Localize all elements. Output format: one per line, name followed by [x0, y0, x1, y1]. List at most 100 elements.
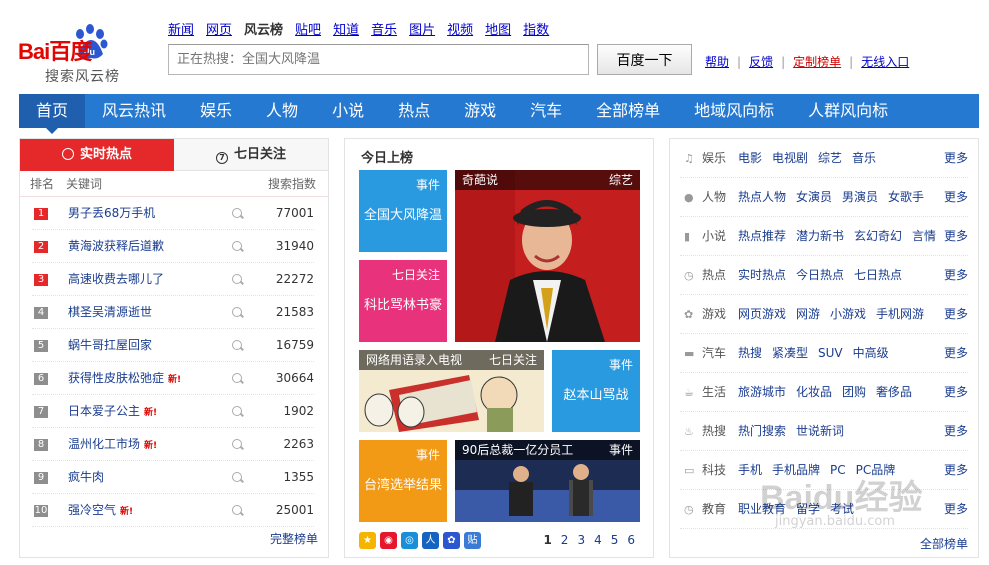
- category-link[interactable]: 实时热点: [738, 268, 786, 282]
- category-link[interactable]: 热搜: [738, 346, 762, 360]
- category-link[interactable]: 手机网游: [876, 307, 924, 321]
- search-icon[interactable]: [232, 439, 242, 449]
- photo-net-words[interactable]: 网络用语录入电视 七日关注: [359, 350, 544, 432]
- keyword-link[interactable]: 男子丢68万手机: [68, 197, 155, 230]
- tab-seven-days[interactable]: 7 七日关注: [174, 139, 328, 171]
- category-name[interactable]: 娱乐: [702, 139, 726, 178]
- qzone-share-icon[interactable]: ★: [359, 532, 376, 549]
- category-link[interactable]: 化妆品: [796, 385, 832, 399]
- category-link[interactable]: 小游戏: [830, 307, 866, 321]
- keyword-link[interactable]: 温州化工市场 新!: [68, 428, 157, 463]
- category-link[interactable]: 男演员: [842, 190, 878, 204]
- tile-event-wind[interactable]: 事件 全国大风降温: [359, 170, 447, 252]
- search-icon[interactable]: [232, 373, 242, 383]
- more-link[interactable]: 更多: [944, 217, 968, 256]
- category-link[interactable]: 团购: [842, 385, 866, 399]
- more-link[interactable]: 更多: [944, 139, 968, 178]
- top-nav-item[interactable]: 知道: [333, 19, 359, 38]
- photo-ceo[interactable]: 90后总裁一亿分员工 事件: [455, 440, 640, 522]
- page-link[interactable]: 2: [561, 533, 569, 547]
- category-name[interactable]: 生活: [702, 373, 726, 412]
- category-link[interactable]: 热点推荐: [738, 229, 786, 243]
- top-nav-item[interactable]: 网页: [206, 19, 232, 38]
- more-link[interactable]: 更多: [944, 373, 968, 412]
- table-row[interactable]: 6 获得性皮肤松弛症 新! 30664: [32, 362, 314, 395]
- page-link[interactable]: 4: [594, 533, 602, 547]
- main-nav-item[interactable]: 人群风向标: [791, 94, 905, 128]
- tieba-share-icon[interactable]: 贴: [464, 532, 481, 549]
- category-link[interactable]: 网游: [796, 307, 820, 321]
- more-link[interactable]: 更多: [944, 451, 968, 490]
- more-link[interactable]: 更多: [944, 256, 968, 295]
- feedback-link[interactable]: 反馈: [749, 55, 773, 69]
- keyword-link[interactable]: 疯牛肉: [68, 461, 104, 494]
- main-nav-item[interactable]: 游戏: [447, 94, 513, 128]
- keyword-link[interactable]: 日本爱子公主 新!: [68, 395, 157, 430]
- baidu-share-icon[interactable]: ✿: [443, 532, 460, 549]
- more-link[interactable]: 更多: [944, 295, 968, 334]
- main-nav-item[interactable]: 地域风向标: [677, 94, 791, 128]
- category-link[interactable]: 留学: [796, 502, 820, 516]
- search-icon[interactable]: [232, 307, 242, 317]
- table-row[interactable]: 1 男子丢68万手机 77001: [32, 197, 314, 230]
- table-row[interactable]: 9 疯牛肉 1355: [32, 461, 314, 494]
- search-button[interactable]: 百度一下: [597, 44, 692, 75]
- category-link[interactable]: 综艺: [818, 151, 842, 165]
- category-name[interactable]: 小说: [702, 217, 726, 256]
- category-link[interactable]: 音乐: [852, 151, 876, 165]
- table-row[interactable]: 8 温州化工市场 新! 2263: [32, 428, 314, 461]
- tile-kobe[interactable]: 七日关注 科比骂林书豪: [359, 260, 447, 342]
- help-link[interactable]: 帮助: [705, 55, 729, 69]
- tile-zhaobenshan[interactable]: 事件 赵本山骂战: [552, 350, 640, 432]
- page-link[interactable]: 1: [543, 533, 551, 547]
- top-nav-item[interactable]: 视频: [447, 19, 473, 38]
- category-link[interactable]: 旅游城市: [738, 385, 786, 399]
- baidu-logo[interactable]: du Bai百度 搜索风云榜: [18, 20, 158, 90]
- category-name[interactable]: 汽车: [702, 334, 726, 373]
- renren-share-icon[interactable]: 人: [422, 532, 439, 549]
- top-nav-item[interactable]: 地图: [485, 19, 511, 38]
- keyword-link[interactable]: 棋圣吴清源逝世: [68, 296, 152, 329]
- category-name[interactable]: 科技: [702, 451, 726, 490]
- main-nav-item[interactable]: 全部榜单: [579, 94, 677, 128]
- photo-qipashuo[interactable]: 奇葩说 综艺: [455, 170, 640, 342]
- keyword-link[interactable]: 获得性皮肤松弛症 新!: [68, 362, 181, 397]
- category-link[interactable]: 热点人物: [738, 190, 786, 204]
- category-link[interactable]: 网页游戏: [738, 307, 786, 321]
- table-row[interactable]: 3 高速收费去哪儿了 22272: [32, 263, 314, 296]
- main-nav-item[interactable]: 人物: [249, 94, 315, 128]
- more-link[interactable]: 更多: [944, 412, 968, 451]
- tile-taiwan[interactable]: 事件 台湾选举结果: [359, 440, 447, 522]
- search-icon[interactable]: [232, 472, 242, 482]
- search-input[interactable]: [168, 44, 589, 75]
- top-nav-item[interactable]: 新闻: [168, 19, 194, 38]
- category-link[interactable]: 言情: [912, 229, 936, 243]
- category-name[interactable]: 人物: [702, 178, 726, 217]
- table-row[interactable]: 5 蜗牛哥扛屋回家 16759: [32, 329, 314, 362]
- category-link[interactable]: 女歌手: [888, 190, 924, 204]
- category-link[interactable]: 紧凑型: [772, 346, 808, 360]
- all-rank-link[interactable]: 全部榜单: [920, 535, 968, 552]
- category-link[interactable]: 世说新词: [796, 424, 844, 438]
- table-row[interactable]: 10 强冷空气 新! 25001: [32, 494, 314, 527]
- weibo-share-icon[interactable]: ◉: [380, 532, 397, 549]
- main-nav-item[interactable]: 热点: [381, 94, 447, 128]
- keyword-link[interactable]: 蜗牛哥扛屋回家: [68, 329, 152, 362]
- category-link[interactable]: PC: [830, 463, 846, 477]
- tencent-share-icon[interactable]: ◎: [401, 532, 418, 549]
- table-row[interactable]: 4 棋圣吴清源逝世 21583: [32, 296, 314, 329]
- main-nav-item[interactable]: 风云热讯: [85, 94, 183, 128]
- category-name[interactable]: 热点: [702, 256, 726, 295]
- category-link[interactable]: 手机品牌: [772, 463, 820, 477]
- category-link[interactable]: 奢侈品: [876, 385, 912, 399]
- page-link[interactable]: 6: [627, 533, 635, 547]
- category-link[interactable]: 今日热点: [796, 268, 844, 282]
- search-icon[interactable]: [232, 340, 242, 350]
- page-link[interactable]: 3: [577, 533, 585, 547]
- category-link[interactable]: 七日热点: [854, 268, 902, 282]
- table-row[interactable]: 7 日本爱子公主 新! 1902: [32, 395, 314, 428]
- table-row[interactable]: 2 黄海波获释后道歉 31940: [32, 230, 314, 263]
- top-nav-item[interactable]: 风云榜: [244, 19, 283, 38]
- category-link[interactable]: 中高级: [853, 346, 889, 360]
- keyword-link[interactable]: 黄海波获释后道歉: [68, 230, 164, 263]
